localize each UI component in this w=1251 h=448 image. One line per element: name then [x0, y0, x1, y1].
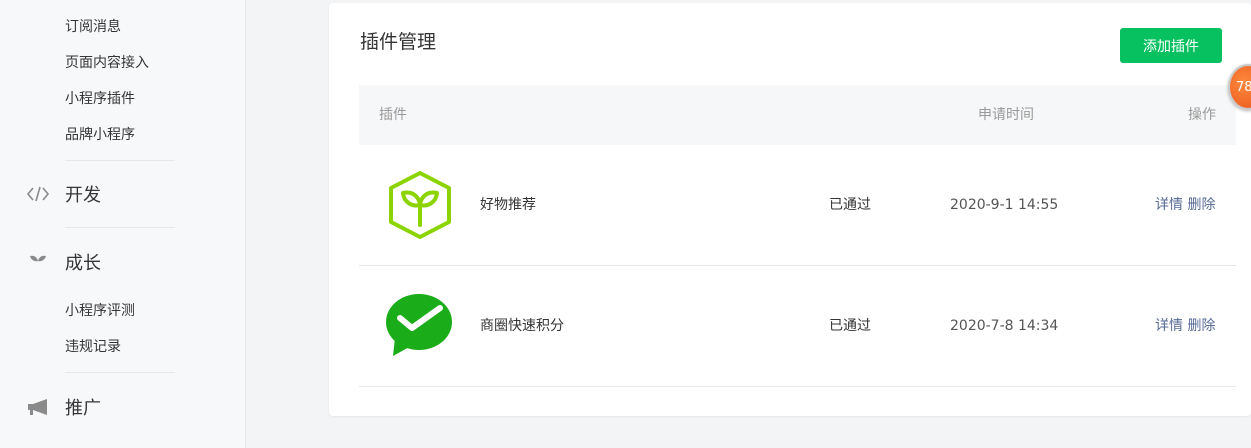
- plugin-apply-time: 2020-7-8 14:34: [950, 318, 1059, 334]
- sidebar-group-dev[interactable]: 开发: [25, 182, 101, 206]
- plugin-name: 商圈快速积分: [480, 318, 564, 334]
- sidebar-item-plugins[interactable]: 小程序插件: [65, 89, 135, 109]
- plugin-apply-time: 2020-9-1 14:55: [950, 197, 1059, 213]
- sidebar-item-violation-record[interactable]: 违规记录: [65, 337, 121, 357]
- plugin-status: 已通过: [829, 197, 871, 213]
- sidebar-divider: [65, 160, 175, 161]
- column-header-plugin: 插件: [379, 107, 407, 123]
- table-row: 好物推荐 已通过 2020-9-1 14:55 详情 删除: [359, 145, 1236, 266]
- row-actions: 详情 删除: [1155, 316, 1215, 336]
- megaphone-icon: [25, 396, 51, 418]
- plugin-name: 好物推荐: [480, 197, 536, 213]
- plugin-status: 已通过: [829, 318, 871, 334]
- delete-link[interactable]: 删除: [1187, 318, 1215, 334]
- plugin-logo-wechat-pay: [385, 292, 455, 364]
- sidebar-divider: [65, 227, 175, 228]
- sidebar-group-label: 成长: [65, 253, 101, 274]
- sidebar-group-label: 开发: [65, 185, 101, 206]
- row-actions: 详情 删除: [1155, 195, 1215, 215]
- table-header: 插件 申请时间 操作: [359, 85, 1236, 145]
- sidebar-group-promo[interactable]: 推广: [25, 395, 101, 419]
- code-icon: [25, 183, 51, 205]
- delete-link[interactable]: 删除: [1187, 197, 1215, 213]
- badge-text: 78: [1236, 79, 1251, 95]
- column-header-actions: 操作: [1188, 107, 1216, 123]
- detail-link[interactable]: 详情: [1155, 318, 1183, 334]
- sidebar-group-growth[interactable]: 成长: [25, 250, 101, 274]
- sidebar: 订阅消息 页面内容接入 小程序插件 品牌小程序 开发 成长 小程序评测 违规记录: [0, 0, 246, 448]
- plugin-logo-sprout-hexagon: [385, 169, 455, 241]
- sidebar-group-label: 推广: [65, 398, 101, 419]
- sprout-icon: [25, 251, 51, 273]
- sidebar-item-evaluation[interactable]: 小程序评测: [65, 301, 135, 321]
- column-header-apply-time: 申请时间: [978, 107, 1034, 123]
- sidebar-divider: [65, 372, 175, 373]
- sidebar-item-brand-miniprogram[interactable]: 品牌小程序: [65, 125, 135, 145]
- page-title: 插件管理: [360, 31, 437, 53]
- detail-link[interactable]: 详情: [1155, 197, 1183, 213]
- table-row: 商圈快速积分 已通过 2020-7-8 14:34 详情 删除: [359, 266, 1236, 387]
- sidebar-item-page-content[interactable]: 页面内容接入: [65, 53, 149, 73]
- plugin-management-card: 插件管理 添加插件 插件 申请时间 操作 好物推荐 已通过 2020-9-1 1…: [329, 3, 1251, 416]
- sidebar-item-subscribe-message[interactable]: 订阅消息: [65, 17, 121, 37]
- add-plugin-button[interactable]: 添加插件: [1120, 28, 1222, 63]
